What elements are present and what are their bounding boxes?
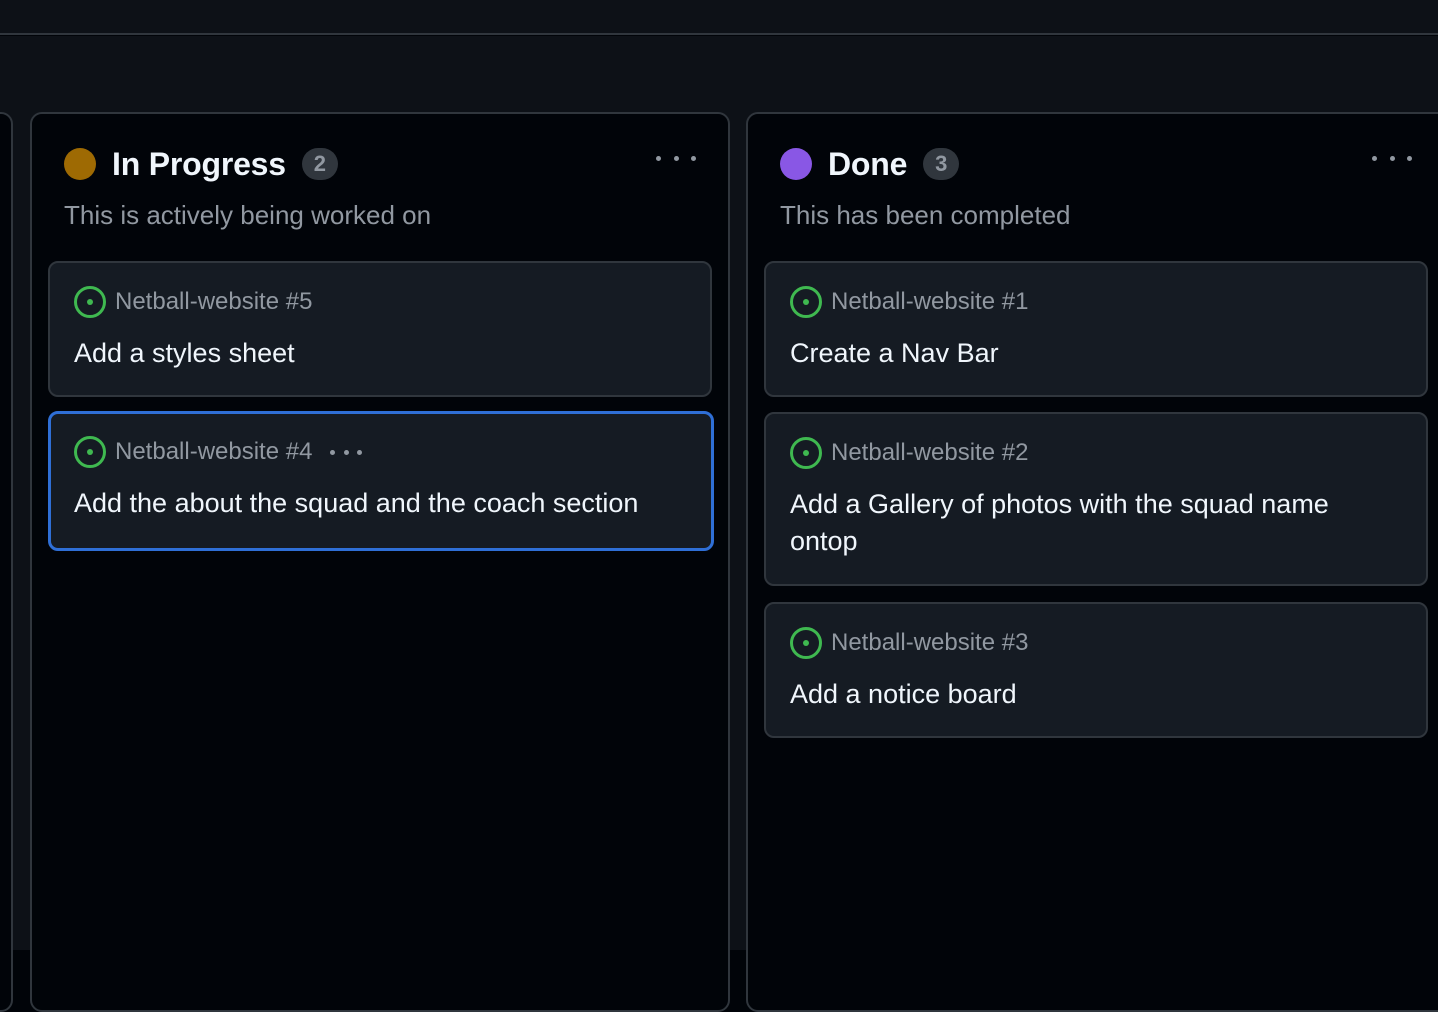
issue-card[interactable]: Netball-website #2 Add a Gallery of phot…	[764, 412, 1428, 586]
column-title: Done	[828, 145, 908, 182]
column-in-progress: In Progress 2 This is actively being wor…	[30, 112, 730, 1012]
column-header: Done 3	[780, 144, 960, 184]
card-meta: Netball-website #4	[74, 435, 363, 469]
status-dot-icon	[780, 148, 812, 180]
column-header: In Progress 2	[64, 144, 338, 184]
issue-open-icon	[74, 286, 106, 318]
card-meta: Netball-website #1	[790, 285, 1028, 319]
card-title[interactable]: Create a Nav Bar	[790, 335, 1402, 372]
issue-open-icon	[790, 286, 822, 318]
card-repo-label[interactable]: Netball-website #5	[115, 288, 312, 316]
top-bar	[0, 0, 1438, 35]
column-title: In Progress	[112, 145, 286, 182]
issue-open-icon	[790, 437, 822, 469]
card-title[interactable]: Add the about the squad and the coach se…	[74, 485, 701, 522]
kebab-dot	[357, 449, 363, 455]
kebab-dot	[1372, 155, 1377, 161]
card-repo-label[interactable]: Netball-website #3	[831, 629, 1028, 657]
card-repo-label[interactable]: Netball-website #2	[831, 439, 1028, 467]
previous-column-edge	[0, 112, 13, 1012]
status-dot-icon	[64, 148, 96, 180]
card-repo-label[interactable]: Netball-website #1	[831, 288, 1028, 316]
issue-open-icon	[790, 627, 822, 659]
kebab-dot	[1389, 155, 1395, 161]
column-menu-button[interactable]	[656, 150, 696, 166]
column-count-badge: 2	[301, 148, 338, 180]
column-count-badge: 3	[923, 148, 960, 180]
card-repo-label[interactable]: Netball-website #4	[115, 438, 312, 466]
issue-card[interactable]: Netball-website #3 Add a notice board	[764, 602, 1428, 738]
issue-card-selected[interactable]: Netball-website #4 Add the about the squ…	[48, 411, 714, 551]
card-menu-button[interactable]	[330, 446, 363, 458]
project-board: In Progress 2 This is actively being wor…	[0, 36, 1438, 1012]
card-meta: Netball-website #5	[74, 285, 312, 319]
column-done: Done 3 This has been completed Netball-w…	[746, 112, 1438, 1012]
card-meta: Netball-website #3	[790, 626, 1028, 660]
column-description: This has been completed	[780, 200, 1071, 230]
issue-card[interactable]: Netball-website #5 Add a styles sheet	[48, 261, 712, 397]
column-menu-button[interactable]	[1372, 150, 1412, 166]
kebab-dot	[656, 155, 661, 161]
issue-open-icon	[74, 436, 106, 468]
kebab-dot	[343, 449, 349, 455]
issue-card[interactable]: Netball-website #1 Create a Nav Bar	[764, 261, 1428, 397]
kebab-dot	[673, 155, 679, 161]
card-title[interactable]: Add a notice board	[790, 676, 1402, 713]
kebab-dot	[1407, 155, 1412, 161]
card-title[interactable]: Add a Gallery of photos with the squad n…	[790, 486, 1402, 560]
card-meta: Netball-website #2	[790, 436, 1028, 470]
kebab-dot	[691, 155, 696, 161]
card-title[interactable]: Add a styles sheet	[74, 335, 686, 372]
kebab-dot	[330, 449, 336, 455]
column-description: This is actively being worked on	[64, 200, 432, 230]
